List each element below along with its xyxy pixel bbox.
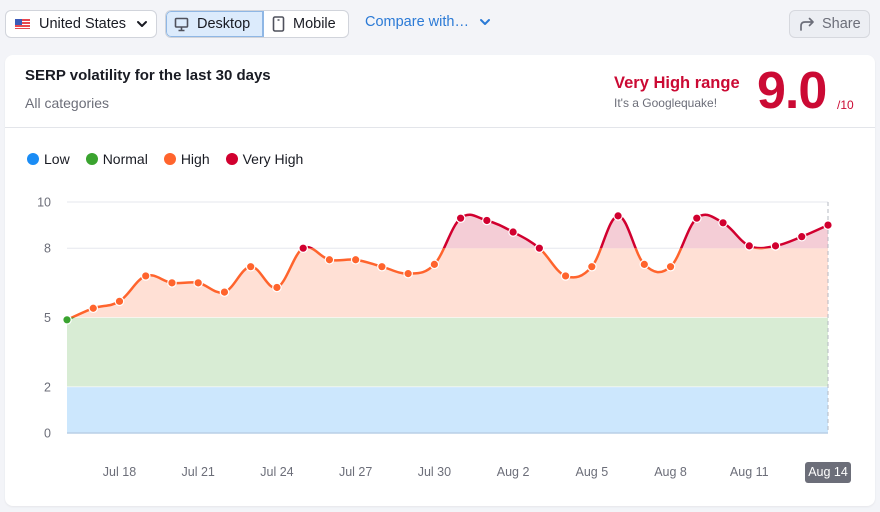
data-point (691, 213, 702, 223)
data-point (639, 259, 650, 270)
y-tick-label: 10 (37, 196, 51, 210)
data-point (744, 241, 755, 251)
data-point (167, 278, 177, 288)
data-point (429, 259, 440, 270)
data-point (245, 261, 256, 272)
data-point (377, 261, 387, 272)
y-tick-label: 5 (44, 311, 51, 325)
data-point (403, 268, 413, 279)
data-point (140, 271, 151, 281)
y-tick-label: 2 (44, 380, 51, 394)
data-point (114, 296, 125, 307)
data-point (613, 211, 623, 221)
data-point (193, 278, 204, 288)
x-tick-label: Jul 21 (182, 465, 215, 479)
data-point (272, 282, 282, 293)
x-tick-label: Jul 24 (260, 465, 293, 479)
data-point (350, 254, 361, 265)
x-tick-label: Aug 2 (497, 465, 530, 479)
data-point (718, 217, 728, 228)
data-point (770, 241, 781, 251)
data-point (482, 215, 492, 226)
x-tick-label: Jul 18 (103, 465, 136, 479)
volatility-chart: 0 2 5 8 10 Jul 18 Jul 21 Jul 24 Jul 27 Jul 30 Aug … (37, 196, 851, 483)
data-point (560, 271, 571, 281)
data-point (324, 254, 335, 265)
x-tick-label: Aug 11 (730, 465, 769, 479)
x-tick-label: Aug 8 (654, 465, 687, 479)
x-tick-label: Aug 5 (575, 465, 608, 479)
band-low (67, 386, 828, 433)
data-point (298, 243, 308, 253)
data-point (508, 227, 518, 237)
x-tick-label: Aug 14 (808, 465, 848, 479)
data-point (823, 220, 833, 230)
band-normal (67, 317, 828, 387)
y-tick-label: 8 (44, 242, 51, 256)
data-point (665, 261, 676, 272)
x-tick-label: Jul 27 (339, 465, 372, 479)
data-point (88, 303, 99, 314)
y-tick-label: 0 (44, 427, 51, 441)
data-point (219, 287, 230, 297)
x-tick-label: Jul 30 (418, 465, 451, 479)
data-point (455, 213, 466, 223)
data-point (62, 315, 72, 325)
data-point (796, 231, 807, 242)
data-point (534, 243, 545, 253)
data-point (587, 261, 597, 272)
